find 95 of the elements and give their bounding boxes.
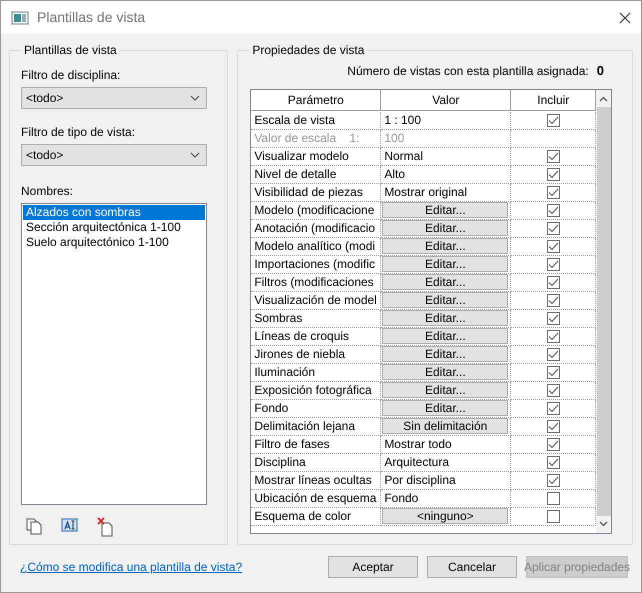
checkbox[interactable]	[546, 294, 560, 306]
dialog-button[interactable]: Cancelar	[427, 556, 517, 578]
field-label: Filtro de disciplina:	[21, 67, 120, 84]
parameter-cell: Disciplina	[251, 454, 382, 472]
edit-button[interactable]: <ninguno>	[382, 508, 508, 524]
edit-button[interactable]: Editar...	[382, 400, 508, 416]
value-cell: 100	[381, 130, 512, 148]
help-link[interactable]: ¿Cómo se modifica una plantilla de vista?	[20, 558, 242, 576]
parameter-cell: Exposición fotográfica	[251, 382, 382, 400]
field-label: Nombres:	[21, 183, 74, 200]
checkbox[interactable]	[546, 204, 560, 216]
value-cell[interactable]: Normal	[381, 148, 512, 166]
parameter-cell: Mostrar líneas ocultas	[251, 472, 382, 490]
value-cell[interactable]: Arquitectura	[381, 454, 512, 472]
parameter-cell: Sombras	[251, 310, 382, 328]
rename-tool-icon[interactable]	[61, 517, 79, 533]
view-type-dropdown[interactable]: <todo>	[21, 144, 207, 166]
parameter-cell: Visibilidad de piezas	[251, 184, 382, 202]
parameter-cell: Filtro de fases	[251, 436, 382, 454]
edit-button[interactable]: Editar...	[382, 346, 508, 362]
parameter-cell: Anotación (modificacio	[251, 220, 382, 238]
checkbox[interactable]	[546, 312, 560, 324]
checkbox[interactable]	[546, 438, 560, 450]
scroll-up-icon	[599, 96, 608, 102]
value-cell[interactable]: Por disciplina	[381, 472, 512, 490]
parameter-cell: Modelo (modificacione	[251, 202, 382, 220]
chevron-down-icon	[190, 95, 200, 101]
edit-button[interactable]: Editar...	[382, 202, 508, 218]
group-title: Plantillas de vista	[23, 42, 118, 58]
parameter-cell: Líneas de croquis	[251, 328, 382, 346]
value-cell[interactable]: Mostrar todo	[381, 436, 512, 454]
window-icon	[11, 10, 29, 26]
edit-button[interactable]: Editar...	[382, 382, 508, 398]
column-header[interactable]: Parámetro	[251, 90, 382, 110]
group-title: Propiedades de vista	[251, 42, 366, 58]
checkbox[interactable]	[546, 168, 560, 180]
edit-button[interactable]: Editar...	[382, 328, 508, 344]
chevron-down-icon	[190, 152, 200, 158]
parameter-cell: Escala de vista	[251, 112, 382, 130]
edit-button[interactable]: Editar...	[382, 256, 508, 272]
checkbox[interactable]	[546, 366, 560, 378]
checkbox[interactable]	[546, 384, 560, 396]
value-cell[interactable]: Alto	[381, 166, 512, 184]
list-item[interactable]: Alzados con sombras	[23, 205, 205, 220]
checkbox[interactable]	[546, 114, 560, 126]
parameter-cell: Jirones de niebla	[251, 346, 382, 364]
scroll-down-icon	[599, 520, 608, 526]
edit-button[interactable]: Editar...	[382, 238, 508, 254]
checkbox[interactable]	[546, 420, 560, 432]
checkbox[interactable]	[546, 330, 560, 342]
parameter-cell: Importaciones (modific	[251, 256, 382, 274]
dialog-button[interactable]: Aceptar	[328, 556, 418, 578]
edit-button[interactable]: Editar...	[382, 220, 508, 236]
checkbox[interactable]	[546, 222, 560, 234]
checkbox[interactable]	[546, 276, 560, 288]
close-icon[interactable]	[619, 12, 631, 24]
parameter-cell: Valor de escala 1:	[251, 130, 382, 148]
checkbox[interactable]	[546, 492, 560, 504]
scrollbar[interactable]	[596, 90, 612, 532]
list-item[interactable]: Suelo arquitectónico 1-100	[23, 235, 205, 250]
discipline-dropdown[interactable]: <todo>	[21, 87, 207, 109]
checkbox[interactable]	[546, 510, 560, 522]
column-header[interactable]: Incluir	[511, 90, 596, 110]
parameter-cell: Delimitación lejana	[251, 418, 382, 436]
checkbox[interactable]	[546, 456, 560, 468]
count-value: 0	[596, 62, 604, 80]
edit-button[interactable]: Editar...	[382, 310, 508, 326]
parameter-cell: Iluminación	[251, 364, 382, 382]
checkbox[interactable]	[546, 258, 560, 270]
parameter-cell: Visualizar modelo	[251, 148, 382, 166]
value-cell[interactable]: 1 : 100	[381, 112, 512, 130]
checkbox[interactable]	[546, 402, 560, 414]
checkbox[interactable]	[546, 186, 560, 198]
field-label: Filtro de tipo de vista:	[21, 124, 136, 141]
checkbox[interactable]	[546, 348, 560, 360]
checkbox[interactable]	[546, 150, 560, 162]
count-label: Número de vistas con esta plantilla asignada:	[347, 62, 589, 80]
edit-button[interactable]: Editar...	[382, 292, 508, 308]
column-header[interactable]: Valor	[381, 90, 512, 110]
parameter-cell: Ubicación de esquema	[251, 490, 382, 508]
checkbox[interactable]	[546, 474, 560, 486]
edit-button[interactable]: Sin delimitación	[382, 418, 508, 434]
edit-button[interactable]: Editar...	[382, 274, 508, 290]
parameter-cell: Visualización de model	[251, 292, 382, 310]
delete-tool-icon[interactable]	[97, 517, 115, 537]
list-item[interactable]: Sección arquitectónica 1-100	[23, 220, 205, 235]
parameter-cell: Modelo analítico (modi	[251, 238, 382, 256]
parameter-cell: Nivel de detalle	[251, 166, 382, 184]
parameter-cell: Esquema de color	[251, 508, 382, 526]
parameter-cell: Filtros (modificaciones	[251, 274, 382, 292]
duplicate-tool-icon[interactable]	[25, 517, 43, 535]
parameter-cell: Fondo	[251, 400, 382, 418]
checkbox[interactable]	[546, 240, 560, 252]
window-title: Plantillas de vista	[37, 8, 146, 27]
edit-button[interactable]: Editar...	[382, 364, 508, 380]
